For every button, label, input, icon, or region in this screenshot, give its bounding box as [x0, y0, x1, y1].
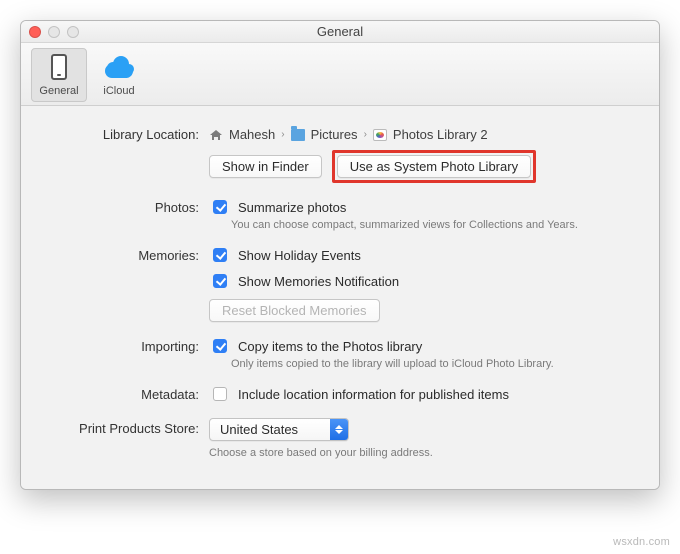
tab-label: General [39, 85, 78, 97]
reset-blocked-memories-button[interactable]: Reset Blocked Memories [209, 299, 380, 322]
label-photos: Photos: [49, 197, 209, 215]
label-importing: Importing: [49, 336, 209, 354]
show-memories-notification-option[interactable]: Show Memories Notification [209, 271, 631, 291]
breadcrumb[interactable]: Mahesh › Pictures › Photos Library 2 [209, 124, 631, 142]
copy-items-label: Copy items to the Photos library [238, 339, 422, 354]
summarize-photos-checkbox[interactable] [213, 200, 227, 214]
include-location-label: Include location information for publish… [238, 387, 509, 402]
toolbar: General iCloud [21, 43, 659, 106]
copy-items-hint: Only items copied to the library will up… [209, 358, 631, 370]
store-select[interactable]: United States [209, 418, 349, 441]
summarize-photos-hint: You can choose compact, summarized views… [209, 219, 631, 231]
mobile-device-icon [43, 51, 75, 83]
copy-items-option[interactable]: Copy items to the Photos library [209, 336, 631, 356]
highlight-box: Use as System Photo Library [332, 150, 536, 183]
store-hint: Choose a store based on your billing add… [209, 447, 631, 459]
home-icon [209, 129, 223, 141]
chevron-right-icon: › [281, 129, 284, 140]
include-location-option[interactable]: Include location information for publish… [209, 384, 631, 404]
chevron-right-icon: › [364, 129, 367, 140]
minimize-icon[interactable] [48, 26, 60, 38]
label-memories: Memories: [49, 245, 209, 263]
show-in-finder-button[interactable]: Show in Finder [209, 155, 322, 178]
updown-chevron-icon [330, 419, 348, 440]
window-title: General [317, 24, 363, 39]
crumb-library: Photos Library 2 [393, 127, 488, 142]
icloud-icon [103, 51, 135, 83]
label-print-products-store: Print Products Store: [49, 418, 209, 436]
show-holiday-events-checkbox[interactable] [213, 248, 227, 262]
show-memories-notification-checkbox[interactable] [213, 274, 227, 288]
photos-library-icon [373, 129, 387, 141]
traffic-lights [29, 26, 79, 38]
crumb-home: Mahesh [229, 127, 275, 142]
crumb-pictures: Pictures [311, 127, 358, 142]
summarize-photos-option[interactable]: Summarize photos [209, 197, 631, 217]
include-location-checkbox[interactable] [213, 387, 227, 401]
folder-icon [291, 129, 305, 141]
content: Library Location: Mahesh › Pictures › Ph… [21, 106, 659, 489]
summarize-photos-label: Summarize photos [238, 200, 346, 215]
titlebar: General [21, 21, 659, 43]
watermark: wsxdn.com [613, 536, 670, 548]
store-selected: United States [210, 419, 330, 440]
show-holiday-events-option[interactable]: Show Holiday Events [209, 245, 631, 265]
tab-label: iCloud [103, 85, 134, 97]
zoom-icon[interactable] [67, 26, 79, 38]
show-memories-notification-label: Show Memories Notification [238, 274, 399, 289]
show-holiday-events-label: Show Holiday Events [238, 248, 361, 263]
label-library-location: Library Location: [49, 124, 209, 142]
label-metadata: Metadata: [49, 384, 209, 402]
use-as-system-photo-library-button[interactable]: Use as System Photo Library [337, 155, 531, 178]
copy-items-checkbox[interactable] [213, 339, 227, 353]
close-icon[interactable] [29, 26, 41, 38]
tab-icloud[interactable]: iCloud [91, 48, 147, 102]
preferences-window: General General iCloud Library Location:… [20, 20, 660, 490]
tab-general[interactable]: General [31, 48, 87, 102]
